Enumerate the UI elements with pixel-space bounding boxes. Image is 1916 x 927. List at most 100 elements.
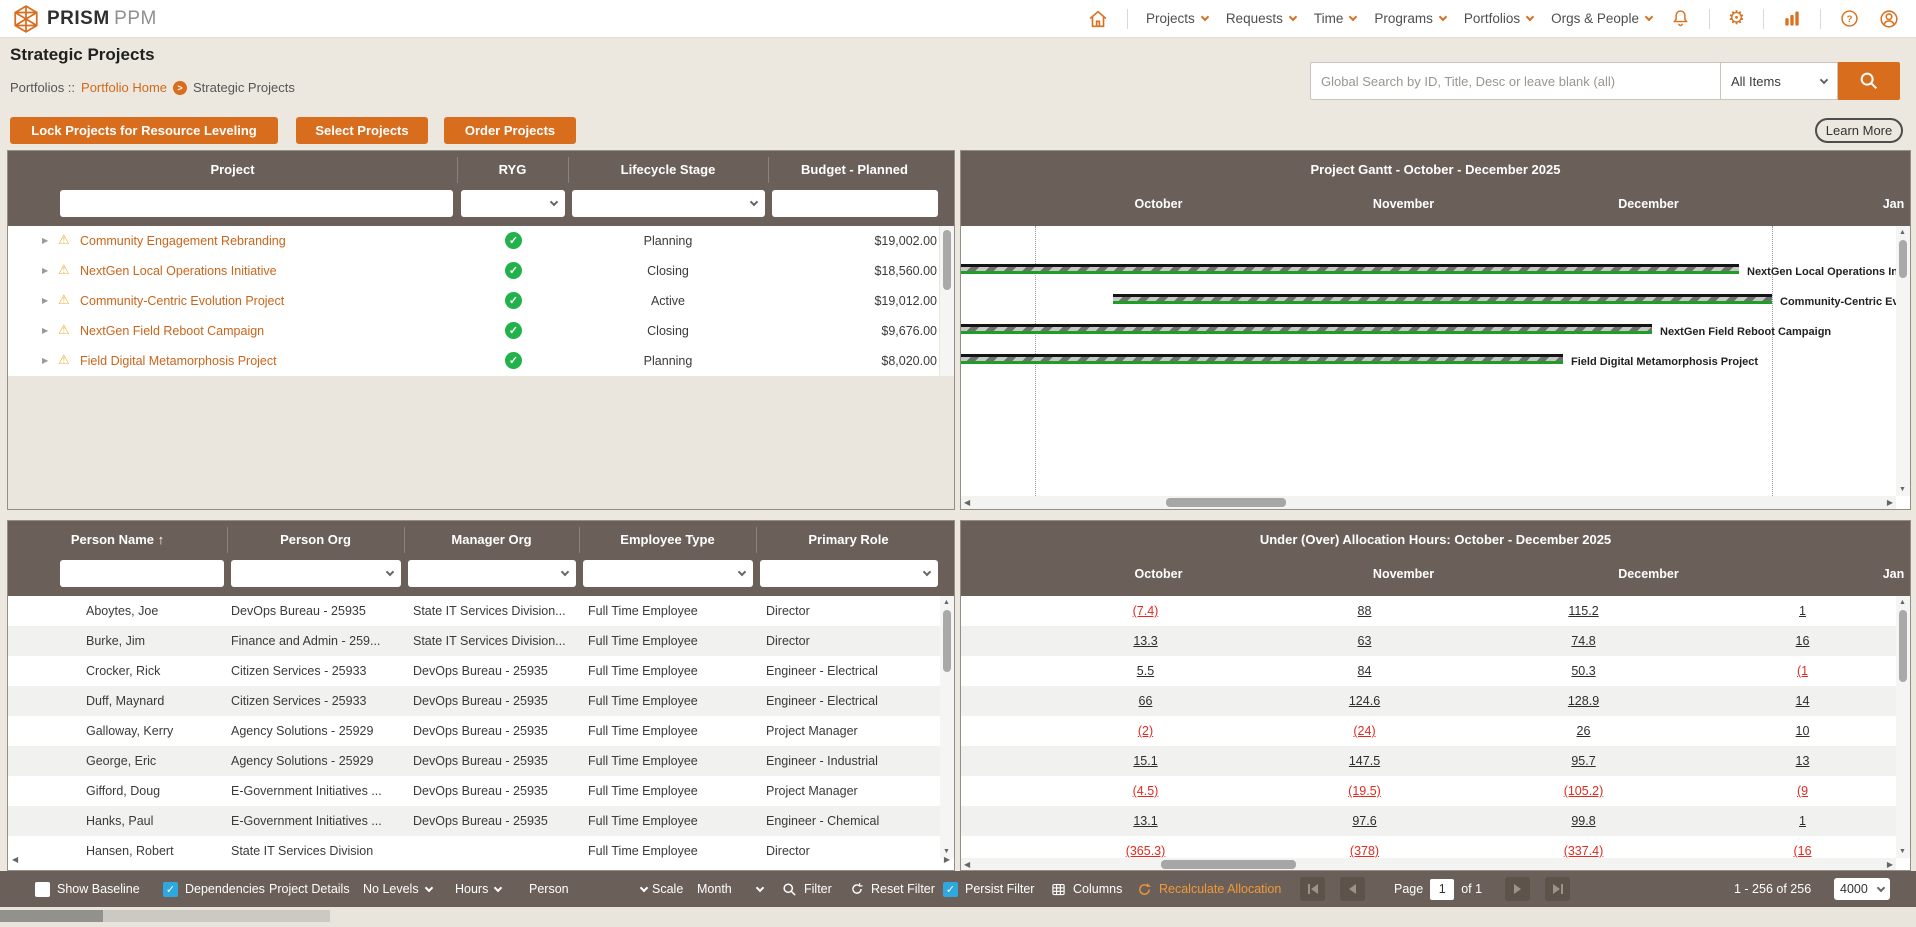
gantt-vertical-scrollbar[interactable]: ▲ ▼ bbox=[1896, 226, 1910, 496]
allocation-value-link[interactable]: (19.5) bbox=[1348, 784, 1381, 798]
project-filter-input[interactable] bbox=[60, 190, 453, 217]
allocation-value-link[interactable]: (24) bbox=[1353, 724, 1375, 738]
project-link[interactable]: Field Digital Metamorphosis Project bbox=[80, 354, 277, 368]
table-row[interactable]: George, Eric Agency Solutions - 25929 DevO… bbox=[8, 746, 941, 776]
column-header-person-org[interactable]: Person Org bbox=[227, 532, 404, 547]
table-row[interactable]: Duff, Maynard Citizen Services - 25933 Dev… bbox=[8, 686, 941, 716]
allocation-value-link[interactable]: (4.5) bbox=[1133, 784, 1159, 798]
allocation-value-link[interactable]: (16 bbox=[1793, 844, 1811, 858]
column-header-person-name[interactable]: Person Name ↑ bbox=[8, 532, 227, 547]
page-number-input[interactable] bbox=[1430, 878, 1455, 900]
table-row[interactable]: ▶ ⚠ Field Digital Metamorphosis Project ✓… bbox=[8, 346, 939, 376]
breadcrumb-link[interactable]: Portfolio Home bbox=[81, 80, 167, 95]
allocation-value-link[interactable]: 99.8 bbox=[1571, 814, 1595, 828]
allocation-value-link[interactable]: (9 bbox=[1797, 784, 1808, 798]
scroll-down-icon[interactable]: ▼ bbox=[1899, 848, 1906, 855]
vertical-scrollbar[interactable] bbox=[940, 226, 954, 376]
expand-icon[interactable]: ▶ bbox=[42, 326, 48, 335]
search-button[interactable] bbox=[1838, 62, 1900, 100]
allocation-value-link[interactable]: 147.5 bbox=[1349, 754, 1380, 768]
allocation-value-link[interactable]: (105.2) bbox=[1564, 784, 1604, 798]
dependencies-checkbox[interactable]: ✓ Dependencies bbox=[163, 871, 265, 907]
nav-item-programs[interactable]: Programs bbox=[1374, 11, 1448, 26]
checkbox-unchecked-icon[interactable] bbox=[35, 881, 50, 897]
nav-item-projects[interactable]: Projects bbox=[1146, 11, 1210, 26]
column-header-ryg[interactable]: RYG bbox=[457, 162, 568, 177]
gantt-bar[interactable] bbox=[961, 324, 1652, 334]
allocation-value-link[interactable]: 13 bbox=[1796, 754, 1810, 768]
table-row[interactable]: Hansen, Robert State IT Services Division… bbox=[8, 836, 941, 858]
project-link[interactable]: Community-Centric Evolution Project bbox=[80, 294, 284, 308]
settings-icon[interactable]: ⚙ bbox=[1728, 7, 1745, 30]
allocation-value-link[interactable]: 97.6 bbox=[1352, 814, 1376, 828]
page-size-select[interactable]: 4000 bbox=[1834, 871, 1890, 907]
scroll-down-icon[interactable]: ▼ bbox=[943, 848, 950, 855]
allocation-value-link[interactable]: (2) bbox=[1138, 724, 1153, 738]
expand-icon[interactable]: ▶ bbox=[42, 356, 48, 365]
project-link[interactable]: NextGen Field Reboot Campaign bbox=[80, 324, 264, 338]
checkbox-checked-icon[interactable]: ✓ bbox=[943, 881, 958, 897]
table-row[interactable]: Crocker, Rick Citizen Services - 25933 Dev… bbox=[8, 656, 941, 686]
person-org-filter-select[interactable] bbox=[231, 560, 401, 587]
allocation-value-link[interactable]: 84 bbox=[1358, 664, 1372, 678]
brand-logo[interactable]: PRISM PPM bbox=[0, 4, 157, 33]
allocation-value-link[interactable]: 115.2 bbox=[1568, 604, 1598, 618]
last-page-button[interactable] bbox=[1545, 877, 1571, 901]
column-header-manager-org[interactable]: Manager Org bbox=[404, 532, 579, 547]
gantt-horizontal-scrollbar[interactable]: ◀ ▶ bbox=[961, 496, 1896, 509]
help-icon[interactable]: ? bbox=[1839, 8, 1860, 29]
allocation-value-link[interactable]: 16 bbox=[1796, 634, 1810, 648]
allocation-value-link[interactable]: 95.7 bbox=[1571, 754, 1595, 768]
allocation-value-link[interactable]: 1 bbox=[1799, 604, 1806, 618]
lifecycle-filter-select[interactable] bbox=[572, 190, 765, 217]
scroll-up-icon[interactable]: ▲ bbox=[1899, 599, 1906, 606]
column-header-project[interactable]: Project bbox=[8, 162, 457, 177]
allocation-value-link[interactable]: 13.3 bbox=[1133, 634, 1157, 648]
account-icon[interactable] bbox=[1878, 8, 1900, 30]
allocation-value-link[interactable]: (378) bbox=[1350, 844, 1379, 858]
scroll-down-icon[interactable]: ▼ bbox=[1899, 486, 1906, 493]
next-page-button[interactable] bbox=[1505, 877, 1531, 901]
nav-item-time[interactable]: Time bbox=[1314, 11, 1358, 26]
persist-filter-checkbox[interactable]: ✓ Persist Filter bbox=[943, 871, 1034, 907]
nav-item-portfolios[interactable]: Portfolios bbox=[1464, 11, 1535, 26]
primary-role-filter-select[interactable] bbox=[760, 560, 938, 587]
allocation-vertical-scrollbar[interactable]: ▲ ▼ bbox=[1896, 596, 1910, 858]
gantt-bar[interactable] bbox=[1113, 294, 1772, 304]
gantt-bar[interactable] bbox=[961, 264, 1739, 274]
allocation-value-link[interactable]: (365.3) bbox=[1126, 844, 1166, 858]
table-row[interactable]: ▶ ⚠ NextGen Local Operations Initiative ✓… bbox=[8, 256, 939, 286]
expand-icon[interactable]: ▶ bbox=[42, 236, 48, 245]
allocation-value-link[interactable]: 88 bbox=[1358, 604, 1372, 618]
person-name-filter-input[interactable] bbox=[60, 560, 224, 587]
column-header-employee-type[interactable]: Employee Type bbox=[579, 532, 756, 547]
horizontal-scrollbar-thumb[interactable] bbox=[0, 910, 103, 922]
columns-button[interactable]: Columns bbox=[1051, 871, 1122, 907]
allocation-value-link[interactable]: 124.6 bbox=[1349, 694, 1380, 708]
allocation-horizontal-scrollbar[interactable]: ◀ ▶ bbox=[961, 858, 1896, 870]
hours-select[interactable]: Hours bbox=[455, 871, 503, 907]
allocation-value-link[interactable]: 128.9 bbox=[1568, 694, 1599, 708]
reset-filter-button[interactable]: Reset Filter bbox=[850, 871, 935, 907]
allocation-value-link[interactable]: (1 bbox=[1797, 664, 1808, 678]
project-link[interactable]: NextGen Local Operations Initiative bbox=[80, 264, 277, 278]
table-row[interactable]: Galloway, Kerry Agency Solutions - 25929 D… bbox=[8, 716, 941, 746]
expand-icon[interactable]: ▶ bbox=[42, 296, 48, 305]
group-by-select[interactable]: Person bbox=[529, 871, 649, 907]
table-row[interactable]: ▶ ⚠ NextGen Field Reboot Campaign ✓ Closi… bbox=[8, 316, 939, 346]
notifications-icon[interactable] bbox=[1670, 8, 1691, 29]
home-icon[interactable] bbox=[1087, 8, 1109, 30]
scroll-left-icon[interactable]: ◀ bbox=[12, 855, 18, 864]
project-link[interactable]: Community Engagement Rebranding bbox=[80, 234, 286, 248]
column-header-lifecycle[interactable]: Lifecycle Stage bbox=[568, 162, 768, 177]
select-projects-button[interactable]: Select Projects bbox=[296, 117, 428, 144]
nav-item-orgs-people[interactable]: Orgs & People bbox=[1551, 11, 1654, 26]
allocation-value-link[interactable]: 1 bbox=[1799, 814, 1806, 828]
column-header-primary-role[interactable]: Primary Role bbox=[756, 532, 941, 547]
checkbox-checked-icon[interactable]: ✓ bbox=[163, 881, 178, 897]
table-row[interactable]: ▶ ⚠ Community Engagement Rebranding ✓ Pla… bbox=[8, 226, 939, 256]
ryg-filter-select[interactable] bbox=[461, 190, 565, 217]
first-page-button[interactable] bbox=[1300, 877, 1325, 901]
allocation-value-link[interactable]: 50.3 bbox=[1571, 664, 1595, 678]
allocation-value-link[interactable]: 74.8 bbox=[1571, 634, 1595, 648]
